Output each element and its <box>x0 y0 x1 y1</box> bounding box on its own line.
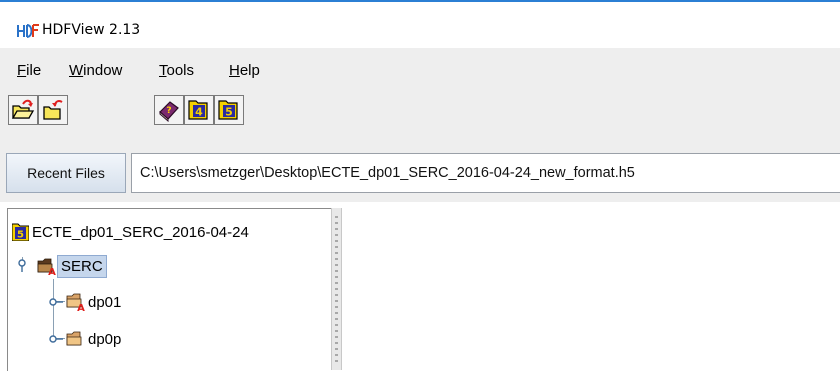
menu-bar: File Window Tools Help <box>0 48 840 88</box>
splitter-grip <box>335 348 338 350</box>
hdf5-library-button[interactable]: 5 <box>214 95 244 125</box>
open-file-button[interactable] <box>8 95 38 125</box>
menu-window[interactable]: Window <box>69 62 122 79</box>
splitter-grip <box>335 360 338 362</box>
window-title: HDFView 2.13 <box>42 22 141 38</box>
splitter-grip <box>335 318 338 320</box>
splitter-grip <box>335 336 338 338</box>
root-file-badge: 5 <box>17 230 24 241</box>
hdf5-library-icon: 5 <box>218 100 238 120</box>
splitter-grip <box>335 246 338 248</box>
toolbar: ? 4 5 <box>0 88 840 144</box>
splitter-grip <box>335 282 338 284</box>
tree-node-serc-label: SERC <box>57 255 107 278</box>
menu-help[interactable]: Help <box>229 62 260 79</box>
hdf4-library-icon: 4 <box>188 100 208 120</box>
tree-node-dp01[interactable]: A dp01 <box>46 291 246 315</box>
splitter-grip <box>335 324 338 326</box>
splitter-grip <box>335 300 338 302</box>
tree-root-label: ECTE_dp01_SERC_2016-04-24 <box>32 224 249 241</box>
svg-text:?: ? <box>166 106 171 116</box>
splitter-grip <box>335 312 338 314</box>
splitter-grip <box>335 354 338 356</box>
group-folder-icon <box>66 331 82 346</box>
panel-splitter[interactable] <box>331 208 342 370</box>
tree-root-node[interactable]: 5 ECTE_dp01_SERC_2016-04-24 <box>10 221 330 245</box>
hdf5-file-icon: 5 <box>12 223 29 241</box>
content-panel <box>342 208 840 370</box>
splitter-grip <box>335 216 338 218</box>
recent-files-bar: Recent Files C:\Users\smetzger\Desktop\E… <box>0 144 840 202</box>
expand-handle-icon[interactable] <box>16 259 30 273</box>
splitter-grip <box>335 276 338 278</box>
hdf-logo-icon <box>17 24 39 38</box>
help-button[interactable]: ? <box>154 95 184 125</box>
menu-window-mnemonic: W <box>69 62 84 79</box>
splitter-grip <box>335 252 338 254</box>
close-file-icon <box>43 100 63 120</box>
tree-node-dp0p-label: dp0p <box>88 331 122 348</box>
splitter-grip <box>335 330 338 332</box>
splitter-grip <box>335 234 338 236</box>
close-file-button[interactable] <box>38 95 68 125</box>
splitter-grip <box>335 270 338 272</box>
splitter-grip <box>335 288 338 290</box>
tree-node-dp01-label: dp01 <box>88 294 122 311</box>
tree-node-serc[interactable]: A SERC <box>12 254 212 278</box>
svg-text:A: A <box>77 303 85 312</box>
menu-file[interactable]: File <box>17 62 41 79</box>
splitter-grip <box>335 228 338 230</box>
hdf4-library-button[interactable]: 4 <box>184 95 214 125</box>
file-path-combobox[interactable]: C:\Users\smetzger\Desktop\ECTE_dp01_SERC… <box>131 153 840 193</box>
splitter-grip <box>335 306 338 308</box>
group-folder-attribute-icon: A <box>66 293 85 312</box>
svg-text:A: A <box>48 267 56 276</box>
splitter-grip <box>335 342 338 344</box>
tree-view-panel: 5 ECTE_dp01_SERC_2016-04-24 A SERC A dp0… <box>7 208 331 371</box>
splitter-grip <box>335 222 338 224</box>
splitter-grip <box>335 294 338 296</box>
menu-help-mnemonic: H <box>229 62 240 79</box>
splitter-grip <box>335 240 338 242</box>
title-bar: HDFView 2.13 <box>0 2 840 48</box>
expand-handle-icon[interactable] <box>49 296 63 308</box>
splitter-grip <box>335 258 338 260</box>
menu-tools[interactable]: Tools <box>159 62 194 79</box>
open-file-icon <box>11 99 35 119</box>
group-folder-attribute-icon: A <box>37 258 56 276</box>
menu-tools-mnemonic: T <box>159 62 167 79</box>
svg-text:4: 4 <box>195 106 203 119</box>
svg-text:5: 5 <box>225 106 233 119</box>
menu-file-mnemonic: F <box>17 62 27 79</box>
splitter-grip <box>335 264 338 266</box>
help-book-icon: ? <box>159 101 179 122</box>
expand-handle-icon[interactable] <box>49 333 63 345</box>
tree-node-dp0p[interactable]: dp0p <box>46 328 246 352</box>
recent-files-button[interactable]: Recent Files <box>6 153 126 193</box>
